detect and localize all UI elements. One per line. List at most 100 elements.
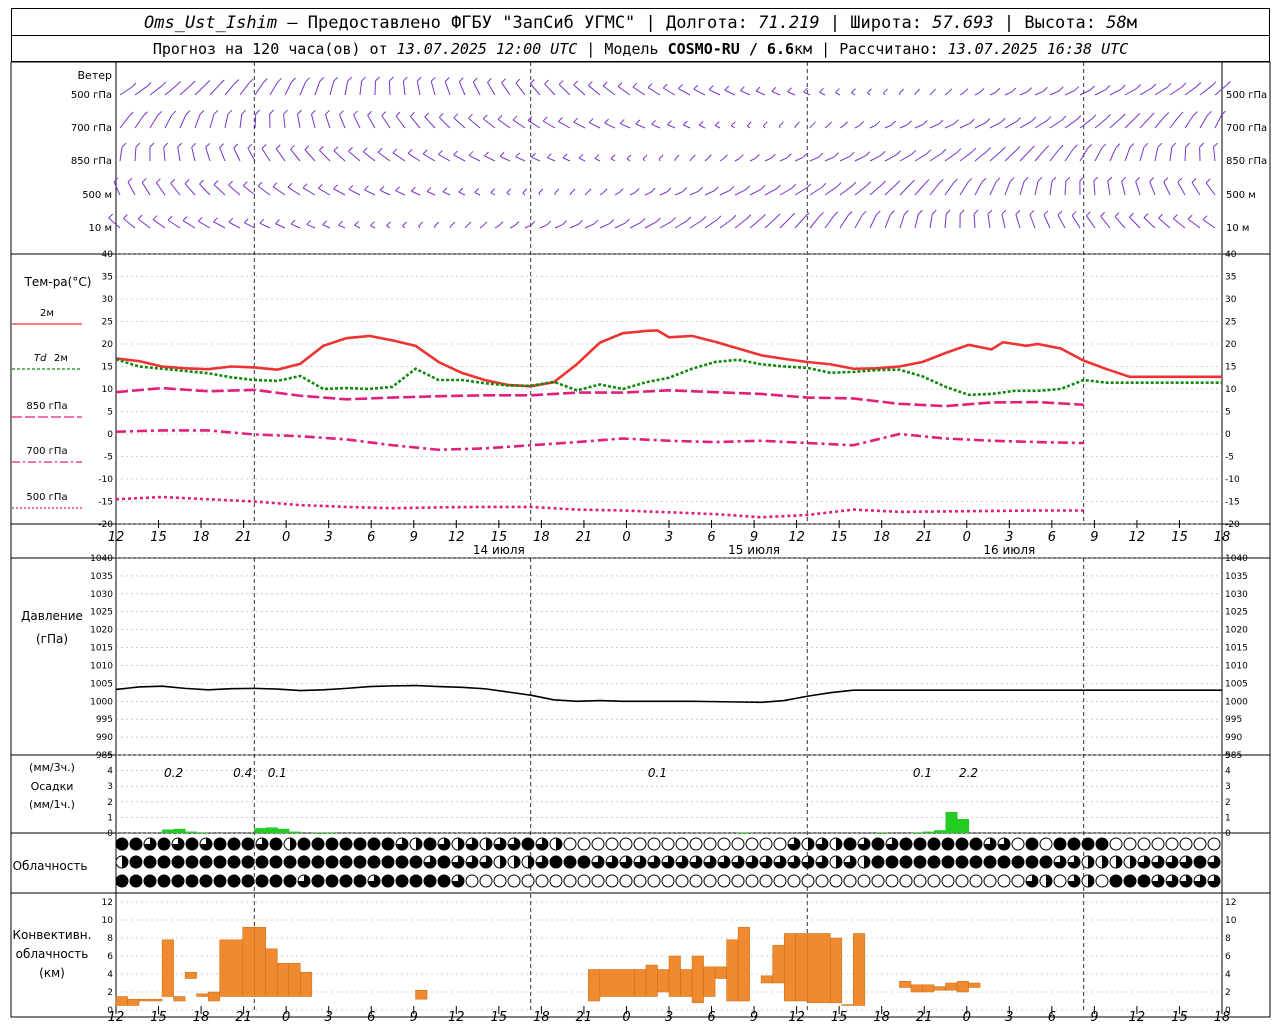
- cloud-fill: [836, 856, 842, 868]
- wind-barb-feather: [1211, 81, 1217, 87]
- cloud-symbol: [983, 874, 997, 888]
- series-line-t700: [115, 429, 1084, 452]
- wind-barb-feather: [761, 213, 766, 219]
- wind-barb: [554, 224, 563, 229]
- wind-barb-feather: [1023, 177, 1029, 182]
- wind-barb: [284, 81, 293, 96]
- precip-y-tick: 4: [107, 767, 113, 777]
- pressure-y-tick: 1000: [90, 697, 113, 707]
- wind-barb-feather: [731, 214, 737, 220]
- wind-barb: [1109, 117, 1122, 129]
- day-label: 14 июля: [473, 543, 525, 557]
- conv-bar: [277, 962, 290, 997]
- conv-bar: [703, 966, 716, 997]
- wind-barb: [746, 125, 751, 129]
- conv-bar: [853, 933, 866, 1006]
- hour-label: 12: [788, 530, 805, 545]
- wind-barb-feather: [458, 77, 464, 83]
- wind-barb: [339, 114, 346, 129]
- wind-barb: [562, 157, 571, 162]
- conv-bar: [668, 955, 681, 997]
- wind-barb: [620, 123, 631, 129]
- cloud-symbol: [717, 837, 731, 851]
- wind-barb-feather: [658, 154, 664, 160]
- pressure-y-tick: 1030: [90, 590, 113, 600]
- wind-barb: [1019, 91, 1028, 96]
- cloud-symbol: [1123, 837, 1137, 851]
- wind-barb-feather: [895, 180, 901, 185]
- wind-barb-feather: [185, 110, 191, 116]
- wind-barb: [141, 182, 151, 196]
- wind-barb-feather: [995, 87, 1001, 93]
- wind-barb: [515, 82, 526, 96]
- wind-barb: [764, 188, 777, 196]
- wind-barb: [884, 184, 897, 196]
- wind-barb-feather: [367, 110, 373, 116]
- wind-barb-feather: [1000, 146, 1006, 152]
- wind-barb-feather: [875, 120, 880, 126]
- temp-y-tick: 0: [107, 430, 113, 440]
- wind-barb-feather: [1191, 178, 1197, 183]
- wind-barb: [959, 122, 971, 129]
- wind-barb-feather: [484, 151, 489, 157]
- wind-barb: [803, 91, 811, 96]
- wind-barb-feather: [468, 113, 473, 119]
- wind-barb: [424, 116, 436, 129]
- wind-barb-feather: [184, 179, 190, 185]
- cloud-symbol: [353, 874, 367, 888]
- conv-bar: [254, 926, 267, 997]
- cloud-symbol: [423, 837, 437, 851]
- hour-label: 12: [448, 1010, 465, 1024]
- wind-barb: [683, 124, 691, 129]
- wind-level-label: 500 м: [1226, 190, 1256, 201]
- wind-barb: [819, 91, 826, 96]
- wind-barb-feather: [851, 181, 857, 187]
- wind-barb: [1129, 216, 1141, 229]
- cloud-symbol: [997, 855, 1011, 869]
- conv-y-tick: 4: [1225, 970, 1231, 980]
- cloud-symbol: [465, 874, 479, 888]
- conv-bar: [634, 969, 647, 997]
- wind-barb-feather: [205, 80, 211, 85]
- wind-barb-feather: [135, 142, 141, 148]
- wind-barb: [1034, 149, 1046, 162]
- wind-barb: [693, 88, 706, 96]
- wind-barb-feather: [1076, 115, 1082, 120]
- wind-barb: [359, 80, 363, 96]
- wind-barb: [704, 219, 718, 229]
- wind-barb: [944, 152, 958, 162]
- wind-barb: [497, 118, 511, 129]
- wind-barb: [272, 186, 286, 196]
- wind-barb-feather: [578, 153, 584, 159]
- wind-barb-feather: [723, 154, 728, 160]
- wind-barb: [755, 90, 766, 96]
- wind-barb: [539, 224, 548, 229]
- wind-barb-feather: [1135, 177, 1141, 182]
- hour-label: 21: [235, 1010, 252, 1024]
- wind-barb: [714, 125, 721, 129]
- wind-barb: [704, 158, 708, 162]
- cloud-symbol: [745, 874, 759, 888]
- wind-barb: [1057, 214, 1066, 229]
- wind-barb-feather: [866, 181, 872, 186]
- cloud-symbol: [311, 874, 325, 888]
- wind-barb: [219, 147, 226, 162]
- wind-barb: [213, 184, 226, 196]
- wind-barb: [501, 82, 511, 96]
- pressure-y-tick: 1035: [90, 572, 113, 582]
- wind-barb-feather: [707, 154, 712, 160]
- hour-label: 21: [235, 530, 252, 545]
- wind-barb-feather: [915, 88, 921, 94]
- cloud-symbol: [787, 874, 801, 888]
- wind-barb-feather: [770, 153, 776, 159]
- wind-barb-feather: [297, 109, 302, 115]
- wind-barb-feather: [149, 142, 155, 148]
- cloud-symbol: [213, 874, 227, 888]
- wind-barb-feather: [851, 88, 856, 94]
- wind-barb-feather: [1087, 144, 1092, 149]
- precip-bar: [738, 832, 751, 833]
- cloud-symbol: [507, 874, 521, 888]
- wind-barb-feather: [228, 217, 234, 223]
- wind-barb-feather: [287, 182, 293, 188]
- series-line-t850: [115, 386, 1084, 408]
